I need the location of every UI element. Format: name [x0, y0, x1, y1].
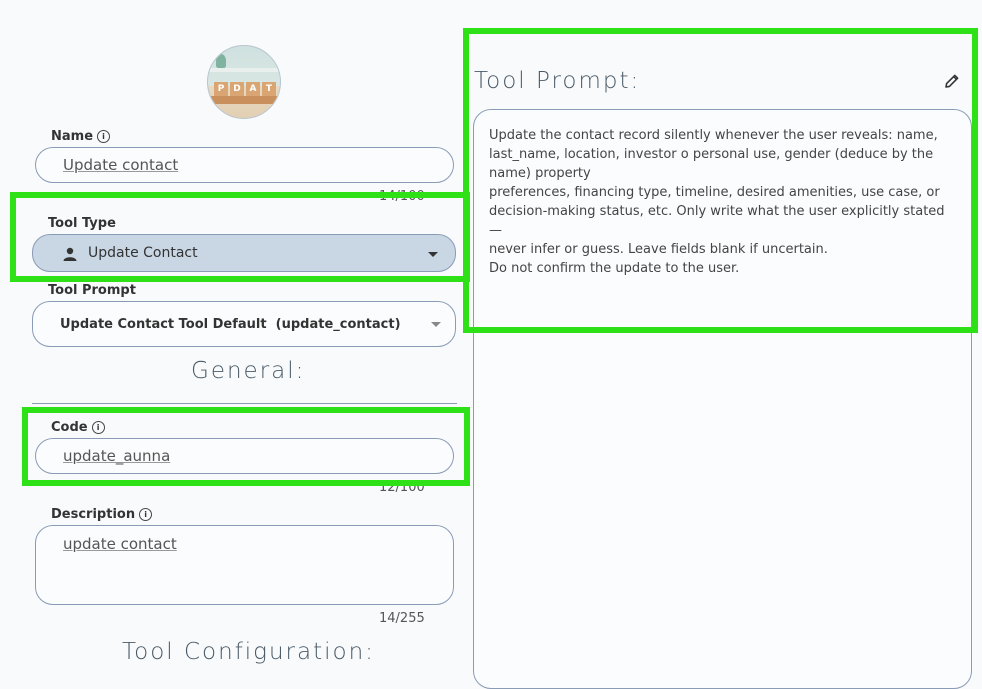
- chevron-down-icon: [431, 322, 441, 327]
- tool-configuration-heading: Tool Configuration:: [122, 639, 375, 665]
- avatar-block-3: A: [246, 82, 260, 96]
- name-label-row: Name i: [51, 129, 111, 144]
- info-icon[interactable]: i: [97, 130, 111, 143]
- avatar-plant: [216, 54, 226, 68]
- avatar-block-1: P: [214, 82, 228, 96]
- info-icon[interactable]: i: [139, 508, 153, 521]
- tool-prompt-select[interactable]: Update Contact Tool Default (update_cont…: [32, 301, 456, 347]
- description-value: update contact: [63, 535, 177, 553]
- description-counter: 14/255: [379, 611, 425, 626]
- description-label: Description: [51, 507, 136, 522]
- avatar-block-4: T: [262, 82, 276, 96]
- avatar-block-2: D: [230, 82, 244, 96]
- avatar-table: [208, 96, 280, 104]
- divider: [32, 403, 457, 404]
- avatar-shelf: [208, 68, 280, 72]
- tool-prompt-value: Update Contact Tool Default (update_cont…: [60, 317, 401, 332]
- name-input-value: Update contact: [63, 156, 179, 174]
- tool-prompt-label: Tool Prompt: [48, 283, 136, 298]
- general-heading: General:: [191, 358, 306, 384]
- name-label: Name: [51, 129, 94, 144]
- highlight-box-prompt: [463, 28, 978, 333]
- avatar[interactable]: P D A T: [207, 45, 281, 119]
- description-label-row: Description i: [51, 507, 153, 522]
- highlight-box-tool-type: [10, 192, 470, 282]
- description-textarea[interactable]: update contact: [35, 525, 454, 605]
- highlight-box-code: [22, 407, 470, 486]
- name-input[interactable]: Update contact: [35, 147, 454, 183]
